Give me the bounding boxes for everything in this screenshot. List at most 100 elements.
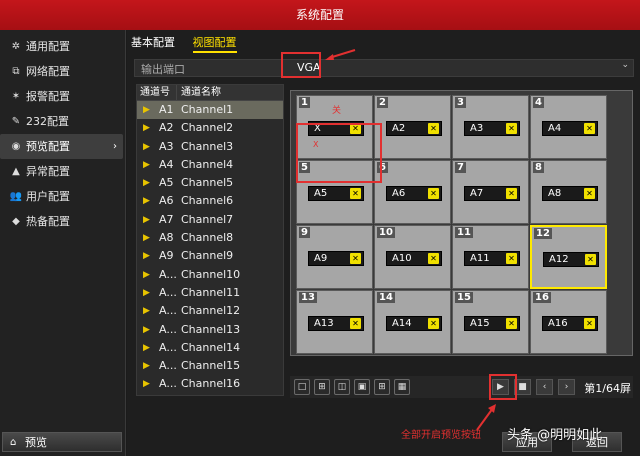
channel-row[interactable]: ▶ A... Channel10: [137, 266, 283, 284]
watermark: 头条 @明明如此: [507, 428, 603, 443]
layout-16-icon[interactable]: ▦: [394, 379, 410, 395]
sidebar-item-4[interactable]: ◉ 预览配置 ›: [0, 134, 123, 159]
cell-channel-chip: A14 ✕: [386, 316, 442, 331]
preview-button-label: 预览: [25, 436, 47, 449]
layout-1-icon[interactable]: □: [294, 379, 310, 395]
preview-button[interactable]: ⌂ 预览: [2, 432, 122, 452]
channel-number: A8: [159, 231, 174, 245]
channel-row[interactable]: ▶ A... Channel15: [137, 357, 283, 375]
view-cell[interactable]: 9 A9 ✕: [296, 225, 373, 289]
view-cell[interactable]: 16 A16 ✕: [530, 290, 607, 354]
sidebar-item-3[interactable]: ✎ 232配置: [0, 109, 125, 134]
view-cell[interactable]: 5 A5 ✕: [296, 160, 373, 224]
view-cell[interactable]: 8 A8 ✕: [530, 160, 607, 224]
close-icon[interactable]: ✕: [350, 188, 361, 199]
sidebar-item-6[interactable]: 👥 用户配置: [0, 184, 125, 209]
close-icon[interactable]: ✕: [506, 318, 517, 329]
sidebar-item-label: 异常配置: [26, 165, 70, 178]
close-icon[interactable]: ✕: [350, 123, 361, 134]
tab-basic-config[interactable]: 基本配置: [131, 34, 175, 50]
channel-row[interactable]: ▶ A2 Channel2: [137, 119, 283, 137]
close-icon[interactable]: ✕: [428, 253, 439, 264]
channel-row[interactable]: ▶ A9 Channel9: [137, 247, 283, 265]
sidebar-item-0[interactable]: ✲ 通用配置: [0, 34, 125, 59]
view-cell[interactable]: 6 A6 ✕: [374, 160, 451, 224]
close-icon[interactable]: ✕: [350, 253, 361, 264]
layout-8-icon[interactable]: ▣: [354, 379, 370, 395]
close-icon[interactable]: ✕: [506, 123, 517, 134]
channel-row[interactable]: ▶ A7 Channel7: [137, 211, 283, 229]
channel-row[interactable]: ▶ A4 Channel4: [137, 156, 283, 174]
sidebar-item-5[interactable]: ▲ 异常配置: [0, 159, 125, 184]
view-cell[interactable]: 12 A12 ✕: [530, 225, 607, 289]
cell-channel-label: A13: [314, 318, 334, 329]
cell-channel-label: A7: [470, 188, 484, 199]
channel-row[interactable]: ▶ A1 Channel1: [137, 101, 283, 120]
channel-row[interactable]: ▶ A... Channel11: [137, 284, 283, 302]
output-port-select[interactable]: VGA ⌄: [287, 60, 633, 76]
sidebar-menu: ✲ 通用配置 ⧉ 网络配置 ✶ 报警配置 ✎ 232配置 ◉ 预览配置 › ▲ 异常配置 👥 用户配置 ◆ 热备…: [0, 34, 125, 234]
camera-icon: ▶: [143, 105, 150, 115]
channel-number: A...: [159, 359, 177, 373]
view-cell[interactable]: 7 A7 ✕: [452, 160, 529, 224]
layout-4-icon[interactable]: ⊞: [314, 379, 330, 395]
cell-number: 14: [377, 292, 395, 303]
vga-highlight-box: [281, 52, 321, 78]
channel-row[interactable]: ▶ A8 Channel8: [137, 229, 283, 247]
annotation-arrow-icon: [325, 49, 356, 60]
channel-row[interactable]: ▶ A6 Channel6: [137, 192, 283, 210]
close-icon[interactable]: ✕: [585, 254, 596, 265]
view-cell[interactable]: 2 A2 ✕: [374, 95, 451, 159]
close-icon[interactable]: ✕: [428, 123, 439, 134]
output-port-row: 输出端口 VGA ⌄: [134, 59, 634, 77]
layout-9-icon[interactable]: ⊞: [374, 379, 390, 395]
view-cell[interactable]: 13 A13 ✕: [296, 290, 373, 354]
sidebar-item-7[interactable]: ◆ 热备配置: [0, 209, 125, 234]
cell-channel-chip: A15 ✕: [464, 316, 520, 331]
close-icon[interactable]: ✕: [428, 188, 439, 199]
channel-row[interactable]: ▶ A5 Channel5: [137, 174, 283, 192]
camera-icon: ▶: [143, 324, 150, 335]
channel-table-header: 通道号 通道名称: [137, 85, 283, 101]
channel-number: A...: [159, 340, 177, 354]
cell-channel-label: A16: [548, 318, 568, 329]
prev-page-icon[interactable]: ‹: [536, 379, 553, 395]
start-all-highlight-box: [489, 374, 517, 400]
view-cell[interactable]: 3 A3 ✕: [452, 95, 529, 159]
camera-icon: ▶: [143, 361, 150, 372]
close-icon[interactable]: ✕: [428, 318, 439, 329]
channel-number: A4: [159, 157, 174, 171]
window-title: 系统配置: [0, 0, 640, 30]
channel-row[interactable]: ▶ A... Channel16: [137, 375, 283, 393]
cell-number: 3: [455, 97, 466, 108]
channel-row[interactable]: ▶ A3 Channel3: [137, 138, 283, 156]
view-cell[interactable]: 4 A4 ✕: [530, 95, 607, 159]
close-icon[interactable]: ✕: [584, 318, 595, 329]
layout-6-icon[interactable]: ◫: [334, 379, 350, 395]
cell-channel-label: X: [314, 123, 321, 134]
sidebar-item-2[interactable]: ✶ 报警配置: [0, 84, 125, 109]
gear-icon: ✲: [11, 41, 21, 52]
channel-name: Channel13: [181, 322, 241, 336]
channel-row[interactable]: ▶ A... Channel12: [137, 302, 283, 320]
view-cell[interactable]: 11 A11 ✕: [452, 225, 529, 289]
cell-channel-chip: A6 ✕: [386, 186, 442, 201]
sidebar-item-1[interactable]: ⧉ 网络配置: [0, 59, 125, 84]
view-cell[interactable]: 10 A10 ✕: [374, 225, 451, 289]
cell-number: 2: [377, 97, 388, 108]
camera-icon: ▶: [143, 196, 150, 207]
close-icon[interactable]: ✕: [506, 253, 517, 264]
close-icon[interactable]: ✕: [584, 123, 595, 134]
view-cell[interactable]: 14 A14 ✕: [374, 290, 451, 354]
close-icon[interactable]: ✕: [350, 318, 361, 329]
cell-number: 5: [299, 162, 310, 173]
close-icon[interactable]: ✕: [506, 188, 517, 199]
channel-row[interactable]: ▶ A... Channel14: [137, 339, 283, 357]
next-page-icon[interactable]: ›: [558, 379, 575, 395]
channel-name: Channel12: [181, 304, 241, 318]
close-icon[interactable]: ✕: [584, 188, 595, 199]
cell-number: 11: [455, 227, 473, 238]
view-cell[interactable]: 15 A15 ✕: [452, 290, 529, 354]
channel-row[interactable]: ▶ A... Channel13: [137, 321, 283, 339]
tab-view-config[interactable]: 视图配置: [192, 34, 237, 53]
